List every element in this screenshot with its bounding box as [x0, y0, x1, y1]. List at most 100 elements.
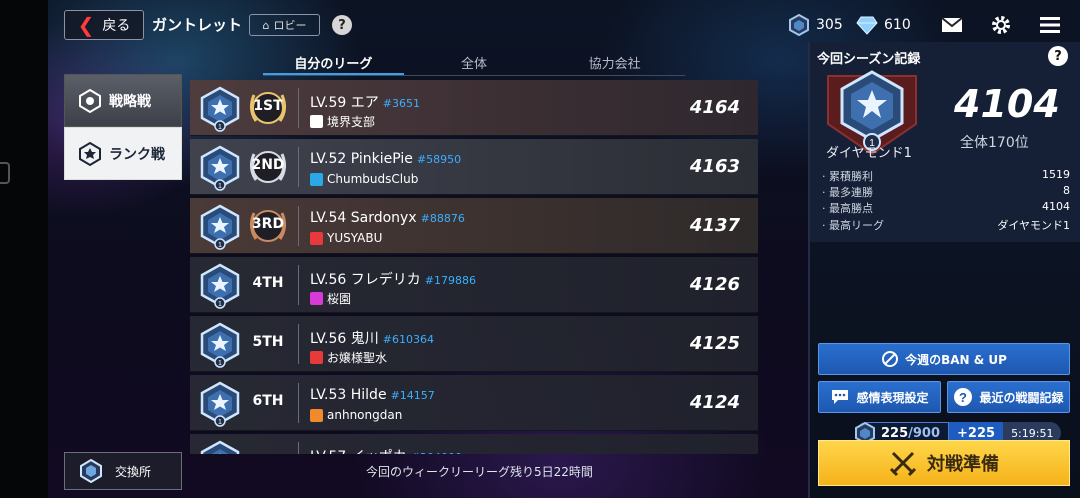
- menu-icon[interactable]: [1039, 14, 1061, 36]
- diamond-rank-icon: 1: [200, 204, 240, 250]
- ranking-row[interactable]: 1 6TH LV.53 Hilde #14157 anhnongdan 4124: [190, 375, 758, 431]
- stat-total-wins: · 累積勝利 1519: [822, 168, 1070, 183]
- tab-my-league[interactable]: 自分のリーグ: [263, 50, 404, 76]
- player-score: 4164: [689, 97, 740, 118]
- battle-prepare-button[interactable]: 対戦準備: [818, 440, 1070, 486]
- svg-text:1: 1: [218, 301, 222, 308]
- diamond-rank-icon: 1: [200, 381, 240, 427]
- rank-place: 5TH: [252, 334, 284, 350]
- player-name-line: LV.56 フレデリカ #179886: [310, 269, 476, 289]
- player-uid: #610364: [382, 333, 434, 346]
- player-score: 4126: [689, 274, 740, 295]
- rank-point-currency: 305: [788, 14, 843, 36]
- club-emblem-icon: [310, 172, 323, 186]
- ranking-row[interactable]: 1 5TH LV.56 鬼川 #610364 お嬢様聖水 4125: [190, 316, 758, 372]
- league-tabs: 自分のリーグ 全体 協力会社: [263, 50, 685, 76]
- ranking-row[interactable]: 1 3RD LV.54 Sardonyx #88876 YUSYABU 4137: [190, 198, 758, 254]
- club-name: ChumbudsClub: [327, 172, 419, 186]
- strategy-icon: [79, 88, 101, 113]
- diamond-rank-icon: 1: [200, 322, 240, 368]
- crossed-swords-icon: [889, 451, 917, 477]
- player-uid: #3651: [382, 97, 420, 110]
- club-emblem-icon: [310, 351, 323, 364]
- player-name-line: LV.57 イッポカ #204000: [310, 446, 462, 454]
- tab-overall[interactable]: 全体: [404, 50, 545, 76]
- ranking-row[interactable]: 1 4TH LV.56 フレデリカ #179886 桜園 4126: [190, 257, 758, 313]
- stat-highest-league: · 最高リーグ ダイヤモンド1: [822, 219, 1070, 232]
- ban-up-button[interactable]: 今週のBAN & UP: [818, 343, 1070, 375]
- club-name: 境界支部: [327, 115, 376, 129]
- mode-strategy-button[interactable]: 戦略戦: [64, 74, 182, 127]
- mode-rank-label: ランク戦: [109, 146, 165, 163]
- club-emblem-icon: [310, 231, 323, 245]
- player-name-line: LV.56 鬼川 #610364: [310, 328, 434, 348]
- exchange-button[interactable]: 交換所: [64, 452, 182, 490]
- hex-badge-icon: [789, 14, 809, 36]
- chevron-left-icon: ❮: [77, 13, 95, 37]
- lobby-button[interactable]: ⌂ ロビー: [249, 14, 320, 36]
- page-title: ガントレット: [152, 16, 243, 34]
- club-name: 桜園: [327, 292, 352, 306]
- diamond-currency: 610: [856, 14, 911, 36]
- player-level-name: LV.54 Sardonyx: [310, 210, 417, 226]
- lobby-label: ロビー: [273, 19, 307, 32]
- svg-text:?: ?: [960, 390, 968, 405]
- row-divider: [298, 147, 299, 187]
- row-divider: [298, 383, 299, 423]
- ranking-row[interactable]: 1 2ND LV.52 PinkiePie #58950 ChumbudsClub…: [190, 139, 758, 195]
- club-name: anhnongdan: [327, 408, 403, 422]
- season-help-icon[interactable]: ?: [1048, 46, 1068, 66]
- player-name-line: LV.52 PinkiePie #58950: [310, 151, 461, 167]
- weekly-league-remaining: 今回のウィークリーリーグ残り5日22時間: [366, 465, 593, 479]
- club-name: お嬢様聖水: [327, 351, 388, 365]
- diamond-rank-icon: 1: [200, 145, 240, 191]
- svg-text:1: 1: [218, 419, 222, 426]
- diamond-rank-icon: 1: [200, 86, 240, 132]
- ap-max: /900: [908, 425, 941, 441]
- row-divider: [298, 324, 299, 364]
- player-club: 境界支部: [310, 113, 375, 130]
- player-club: 桜園: [310, 290, 351, 307]
- stat-max-streak: · 最多連勝 8: [822, 184, 1070, 199]
- home-icon: ⌂: [262, 18, 270, 32]
- currency-b-value: 610: [884, 17, 911, 33]
- season-score: 4104: [954, 82, 1060, 126]
- mode-rank-button[interactable]: ランク戦: [64, 127, 182, 180]
- mode-strategy-label: 戦略戦: [109, 93, 151, 110]
- player-uid: #58950: [416, 153, 462, 166]
- player-uid: #204000: [411, 451, 462, 454]
- player-uid: #14157: [390, 389, 435, 402]
- gear-icon[interactable]: [990, 14, 1012, 36]
- ap-current: 225: [881, 425, 909, 441]
- row-divider: [298, 265, 299, 305]
- diamond-rank-icon: 1: [200, 263, 240, 309]
- overall-rank: 全体170位: [960, 135, 1029, 151]
- rank-place: 2ND: [251, 157, 285, 173]
- player-name-line: LV.59 エア #3651: [310, 92, 420, 112]
- tab-cooperative[interactable]: 協力会社: [544, 50, 685, 76]
- back-button[interactable]: ❮ 戻る: [64, 10, 144, 40]
- diamond-icon: [856, 16, 878, 35]
- season-tier-name: ダイヤモンド1: [826, 146, 912, 161]
- ranking-row[interactable]: 1 LV.57 イッポカ #204000: [190, 434, 758, 454]
- player-level-name: LV.59 エア: [310, 95, 379, 111]
- help-icon[interactable]: ?: [332, 15, 352, 35]
- exchange-label: 交換所: [115, 464, 152, 479]
- player-score: 4163: [689, 156, 740, 177]
- svg-text:1: 1: [218, 124, 222, 131]
- player-level-name: LV.53 Hilde: [310, 387, 387, 403]
- ranking-list: 1 1ST LV.59 エア #3651 境界支部 4164 1 2ND LV.…: [190, 80, 758, 454]
- player-score: 4137: [689, 215, 740, 236]
- player-club: YUSYABU: [310, 231, 382, 245]
- question-icon: ?: [954, 388, 973, 406]
- player-level-name: LV.52 PinkiePie: [310, 151, 413, 167]
- emote-settings-button[interactable]: 感情表現設定: [818, 381, 941, 413]
- ranking-row[interactable]: 1 1ST LV.59 エア #3651 境界支部 4164: [190, 80, 758, 136]
- mail-icon[interactable]: [941, 14, 963, 36]
- player-club: ChumbudsClub: [310, 172, 418, 186]
- recent-battles-button[interactable]: ? 最近の戦闘記録: [947, 381, 1070, 413]
- rank-place: 1ST: [253, 98, 283, 114]
- svg-text:1: 1: [218, 183, 222, 190]
- row-divider: [298, 442, 299, 454]
- chat-bubble-icon: [832, 390, 849, 404]
